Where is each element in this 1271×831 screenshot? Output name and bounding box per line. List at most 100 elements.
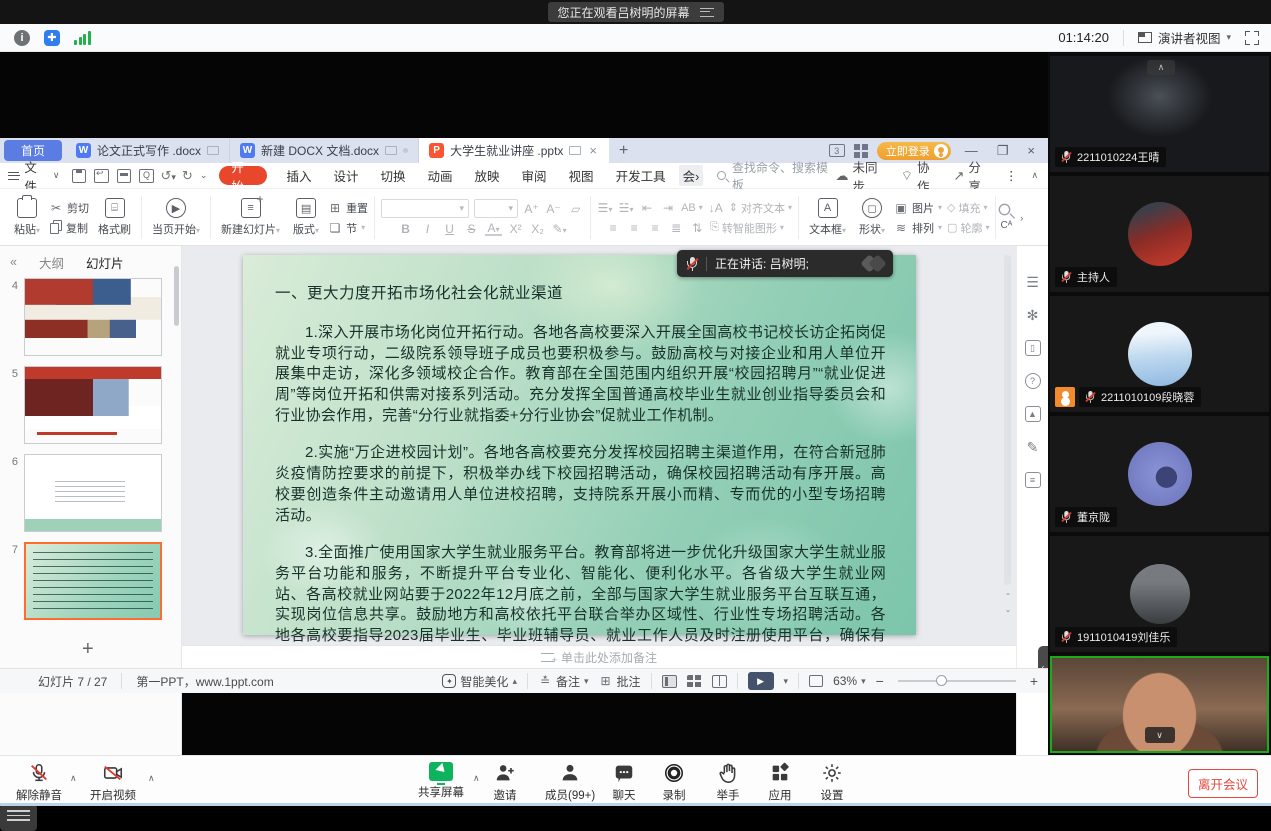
fullscreen-icon[interactable] <box>1245 31 1259 45</box>
panel-scrollbar[interactable] <box>174 266 179 326</box>
ribbon-tab-insert[interactable]: 插入 <box>275 166 322 185</box>
mobile-icon[interactable]: ▯ <box>1025 340 1041 356</box>
add-slide-button[interactable]: + <box>82 638 94 661</box>
video-options-icon[interactable]: ∧ <box>148 773 155 784</box>
italic-button[interactable]: I <box>419 222 436 236</box>
ribbon-toggle-icon[interactable]: ⌄ <box>200 170 208 181</box>
slide-thumbnail-5[interactable] <box>24 366 162 444</box>
start-video-button[interactable]: 开启视频 <box>90 762 136 803</box>
notebook-icon[interactable]: ≡ <box>1025 472 1041 488</box>
ribbon-tab-design[interactable]: 设计 <box>322 166 369 185</box>
close-tab-icon[interactable]: × <box>587 143 599 158</box>
numbering-button[interactable]: ☱▾ <box>618 201 634 215</box>
beautify-button[interactable]: ✦智能美化▴ <box>442 673 517 690</box>
view-mode-dropdown[interactable]: 演讲者视图 ▾ <box>1138 28 1231 47</box>
align-text-button[interactable]: ⇕ 对齐文本▾ <box>729 200 792 216</box>
raise-hand-button[interactable]: 举手 <box>716 762 740 803</box>
layout-button[interactable]: ▤ 版式▾ <box>289 198 323 237</box>
effects-icon[interactable]: ✻ <box>1025 307 1041 323</box>
comment-button[interactable]: ⊞批注 <box>599 673 641 690</box>
fit-slide-icon[interactable] <box>809 675 823 687</box>
increase-indent-icon[interactable]: ⇥ <box>660 201 676 215</box>
ribbon-tab-review[interactable]: 审阅 <box>511 166 558 185</box>
normal-view-icon[interactable] <box>662 675 677 688</box>
picture-button[interactable]: ▣图片▾ <box>894 200 942 216</box>
image-panel-icon[interactable]: ▲ <box>1025 406 1041 422</box>
ribbon-tab-view[interactable]: 视图 <box>558 166 605 185</box>
security-shield-icon[interactable]: ✚ <box>44 30 60 46</box>
text-direction-button[interactable]: AB▾ <box>681 202 703 214</box>
tab-outline[interactable]: 大纲 <box>39 253 64 272</box>
ribbon-tab-start[interactable]: 开始 <box>219 166 267 185</box>
justify-icon[interactable]: ≣ <box>668 221 684 235</box>
sidebar-collapse-icon[interactable]: ∧ <box>1147 60 1175 75</box>
decrease-font-icon[interactable]: A⁻ <box>545 202 562 216</box>
command-search[interactable]: 查找命令、搜索模板 <box>717 159 835 193</box>
font-size-select[interactable]: ▾ <box>474 199 518 218</box>
arrange-button[interactable]: ≋排列▾ <box>894 220 942 236</box>
more-options-icon[interactable]: ⋮ <box>1005 168 1018 183</box>
strikethrough-button[interactable]: S <box>463 222 480 236</box>
members-button[interactable]: 成员(99+) <box>545 762 595 803</box>
ribbon-tab-member[interactable]: 会› <box>679 165 704 186</box>
ribbon-tab-slideshow[interactable]: 放映 <box>464 166 511 185</box>
reset-button[interactable]: ⊞重置 <box>328 200 368 216</box>
shapes-button[interactable]: ◻ 形状▾ <box>855 198 889 237</box>
tab-slides[interactable]: 幻灯片 <box>86 253 124 272</box>
decrease-indent-icon[interactable]: ⇤ <box>639 201 655 215</box>
share-screen-button[interactable]: 共享屏幕 <box>418 762 464 800</box>
collapse-video-icon[interactable]: ∨ <box>1145 727 1175 743</box>
invite-button[interactable]: 邀请 <box>493 762 517 803</box>
new-slide-button[interactable]: ≡ 新建幻灯片▾ <box>217 198 284 237</box>
zoom-in-button[interactable]: + <box>1030 673 1038 689</box>
floating-widget[interactable] <box>0 804 37 831</box>
align-right-icon[interactable]: ≡ <box>647 221 663 235</box>
ribbon-tab-devtools[interactable]: 开发工具 <box>605 166 677 185</box>
align-left-icon[interactable]: ≡ <box>605 221 621 235</box>
find-icon[interactable] <box>999 203 1011 215</box>
align-center-icon[interactable]: ≡ <box>626 221 642 235</box>
mic-options-icon[interactable]: ∧ <box>70 773 77 784</box>
ribbon-expand-icon[interactable]: › <box>1020 213 1023 223</box>
tab-doc-active[interactable]: P 大学生就业讲座 .pptx × <box>419 138 609 163</box>
banner-menu-icon[interactable] <box>700 8 714 17</box>
panel-collapse-icon[interactable]: « <box>10 255 17 269</box>
notes-bar[interactable]: 单击此处添加备注 <box>182 645 1016 668</box>
increase-font-icon[interactable]: A⁺ <box>523 202 540 216</box>
apps-button[interactable]: 应用 <box>768 762 792 803</box>
bold-button[interactable]: B <box>397 222 414 236</box>
properties-icon[interactable]: ☰ <box>1025 274 1041 290</box>
outline-button[interactable]: ▢轮廓▾ <box>947 220 989 236</box>
highlight-button[interactable]: ✎▾ <box>551 222 568 236</box>
record-button[interactable]: 录制 <box>662 762 686 803</box>
translate-icon[interactable]: Cᴬ <box>1000 220 1012 231</box>
print-preview-icon[interactable] <box>139 169 154 183</box>
slide-sorter-icon[interactable] <box>687 675 702 688</box>
share-options-icon[interactable]: ∧ <box>473 773 480 784</box>
underline-button[interactable]: U <box>441 222 458 236</box>
distribute-icon[interactable]: ⇅ <box>689 221 705 235</box>
zoom-out-button[interactable]: − <box>876 673 884 689</box>
tab-doc-1[interactable]: W 论文正式写作 .docx <box>66 138 230 163</box>
current-slide[interactable]: 一、更大力度开拓市场化社会化就业渠道 1.深入开展市场化岗位开拓行动。各地各高校… <box>243 255 916 635</box>
leave-meeting-button[interactable]: 离开会议 <box>1188 769 1258 798</box>
bullets-button[interactable]: ☰▾ <box>597 201 613 215</box>
ribbon-tab-transition[interactable]: 切换 <box>369 166 416 185</box>
slide-thumbnail-7-selected[interactable] <box>24 542 162 620</box>
reading-view-icon[interactable] <box>712 675 727 688</box>
tab-doc-2[interactable]: W 新建 DOCX 文档.docx <box>230 138 419 163</box>
participant-tile[interactable]: 董京陇 <box>1050 416 1269 532</box>
slide-thumbnail-6[interactable] <box>24 454 162 532</box>
next-slide-button[interactable]: ⌄ <box>1002 604 1014 616</box>
clear-format-icon[interactable]: ▱ <box>567 202 584 216</box>
play-options-icon[interactable]: ▾ <box>784 676 789 687</box>
participant-tile[interactable]: 2211010109段晓蓉 <box>1050 296 1269 412</box>
zoom-level[interactable]: 63%▾ <box>833 674 866 688</box>
apps-grid-icon[interactable] <box>854 144 868 158</box>
font-color-button[interactable]: A▾ <box>485 222 502 236</box>
copy-button[interactable]: 复制 <box>49 220 89 236</box>
fill-button[interactable]: ◇填充▾ <box>947 200 989 216</box>
settings-button[interactable]: 设置 <box>820 762 844 803</box>
save-icon[interactable] <box>72 169 87 183</box>
workspace-icon[interactable]: 3 <box>829 144 845 157</box>
